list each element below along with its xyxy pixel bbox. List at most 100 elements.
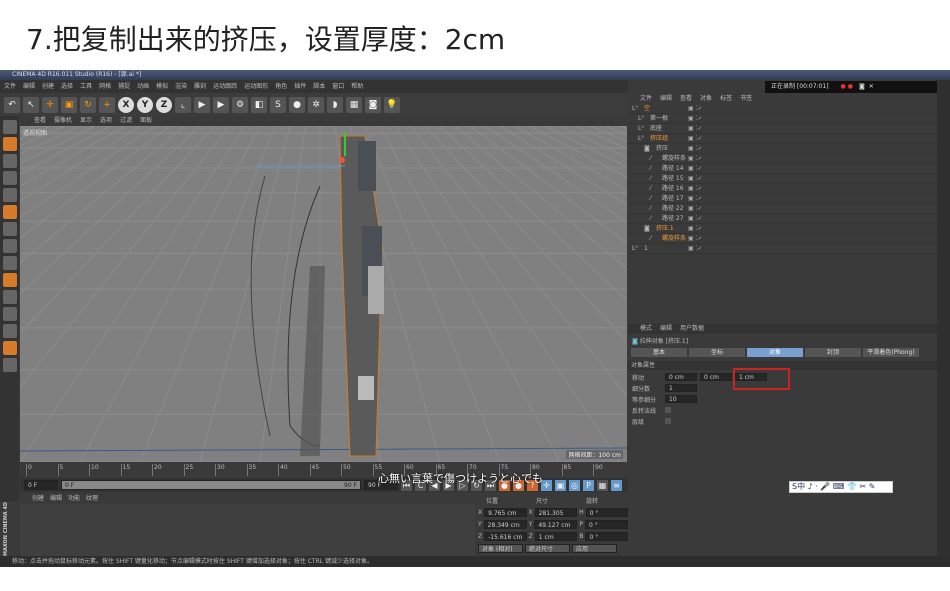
subdivision-field[interactable]: 1 <box>665 384 697 392</box>
camera-icon[interactable]: ◙ <box>859 83 865 90</box>
coord-field[interactable]: 0 ° <box>585 532 629 541</box>
visibility-toggle-icon[interactable]: ▣ ⁚✓ <box>688 234 703 243</box>
menu-item[interactable]: 运动图形 <box>244 80 268 93</box>
mode-tool-icon[interactable] <box>2 341 17 355</box>
viewport-menu-item[interactable]: 过滤 <box>120 116 132 126</box>
key-pla-icon[interactable]: ▦ <box>597 479 608 491</box>
coord-field[interactable]: 9.765 cm <box>484 508 527 517</box>
object-row[interactable]: L⁰ 第一根 ▣ ⁚✓ <box>628 114 937 124</box>
visibility-toggle-icon[interactable]: ▣ ⁚✓ <box>688 124 703 133</box>
object-row[interactable]: ⁄ 路径 15 ▣ ⁚✓ <box>628 174 937 184</box>
menu-item[interactable]: 雕刻 <box>194 80 206 93</box>
object-menu-item[interactable]: 查看 <box>680 94 692 104</box>
floor-icon[interactable]: ▦ <box>346 96 362 113</box>
object-menu-item[interactable]: 标签 <box>720 94 732 104</box>
menu-item[interactable]: 模拟 <box>156 80 168 93</box>
mode-tool-icon[interactable] <box>2 171 17 185</box>
object-menu-item[interactable]: 书签 <box>740 94 752 104</box>
coord-icon[interactable]: ⌞ <box>175 96 191 113</box>
material-menu-item[interactable]: 功能 <box>68 494 80 504</box>
mode-tool-icon[interactable] <box>2 188 17 202</box>
viewport-menu-item[interactable]: 显示 <box>80 116 92 126</box>
cube-icon[interactable]: ◧ <box>251 96 267 113</box>
apply-button[interactable]: 应用 <box>572 544 617 553</box>
close-icon[interactable]: ✕ <box>869 83 874 90</box>
menu-item[interactable]: 文件 <box>4 80 16 93</box>
camera-icon[interactable]: ◙ <box>365 96 381 113</box>
nurbs-icon[interactable]: ● <box>289 96 305 113</box>
visibility-toggle-icon[interactable]: ▣ ⁚✓ <box>688 174 703 183</box>
spline-icon[interactable]: S <box>270 96 286 113</box>
coord-field[interactable]: 0 ° <box>585 520 629 529</box>
menu-item[interactable]: 帮助 <box>351 80 363 93</box>
undo-icon[interactable]: ↶ <box>4 96 20 113</box>
menu-item[interactable]: 角色 <box>275 80 287 93</box>
light-icon[interactable]: 💡 <box>384 96 400 113</box>
rotate-icon[interactable]: ↻ <box>80 96 96 113</box>
mode-tool-icon[interactable] <box>2 358 17 372</box>
object-row[interactable]: ◙ 挤压.1 ▣ ⁚✓ <box>628 224 937 234</box>
flip-normals-checkbox[interactable] <box>665 407 671 413</box>
menu-item[interactable]: 网格 <box>99 80 111 93</box>
visibility-toggle-icon[interactable]: ▣ ⁚✓ <box>688 154 703 163</box>
material-menu-item[interactable]: 编辑 <box>50 494 62 504</box>
move-y-field[interactable]: 0 cm <box>700 373 732 381</box>
menu-item[interactable]: 捕捉 <box>118 80 130 93</box>
x-axis-icon[interactable]: X <box>118 96 134 113</box>
visibility-toggle-icon[interactable]: ▣ ⁚✓ <box>688 244 703 253</box>
visibility-toggle-icon[interactable]: ▣ ⁚✓ <box>688 134 703 143</box>
material-manager[interactable] <box>20 504 475 556</box>
object-menu-item[interactable]: 文件 <box>640 94 652 104</box>
key-param-icon[interactable]: P <box>583 479 594 491</box>
mode-tool-icon[interactable] <box>2 137 17 151</box>
scale-icon[interactable]: ▣ <box>61 96 77 113</box>
ime-toolbar[interactable]: S中 ♪ · 🎤 ⌨ 👕 ✂ ✎ <box>789 481 893 493</box>
visibility-toggle-icon[interactable]: ▣ ⁚✓ <box>688 184 703 193</box>
timeline-icon[interactable]: ≡ <box>611 479 622 491</box>
mode-tool-icon[interactable] <box>2 256 17 270</box>
viewport-menu-item[interactable]: 查看 <box>34 116 46 126</box>
mode-tool-icon[interactable] <box>2 205 17 219</box>
current-frame-field[interactable]: 0 F <box>24 480 58 490</box>
object-row[interactable]: ⁄ 路径 16 ▣ ⁚✓ <box>628 184 937 194</box>
visibility-toggle-icon[interactable]: ▣ ⁚✓ <box>688 114 703 123</box>
visibility-toggle-icon[interactable]: ▣ ⁚✓ <box>688 204 703 213</box>
object-row[interactable]: L⁰ 底座 ▣ ⁚✓ <box>628 124 937 134</box>
object-menu-item[interactable]: 对象 <box>700 94 712 104</box>
menu-item[interactable]: 插件 <box>294 80 306 93</box>
coord-mode-select[interactable]: 对象 (相对) <box>478 544 523 553</box>
coord-field[interactable]: 0 ° <box>585 508 628 517</box>
object-row[interactable]: ⁄ 路径 14 ▣ ⁚✓ <box>628 164 937 174</box>
object-row[interactable]: ⁄ 螺旋样条 ▣ ⁚✓ <box>628 234 937 244</box>
coord-field[interactable]: 28.349 cm <box>483 520 527 529</box>
object-row[interactable]: L⁰ 空 ▣ ⁚✓ <box>628 104 937 114</box>
visibility-toggle-icon[interactable]: ▣ ⁚✓ <box>688 104 703 113</box>
viewport-menu-item[interactable]: 摄像机 <box>54 116 72 126</box>
attribute-menu-item[interactable]: 模式 <box>640 324 652 334</box>
viewport[interactable]: 透视视图 网格间距：100 cm <box>20 126 627 462</box>
render-view-icon[interactable]: ▶ <box>213 96 229 113</box>
material-menu-item[interactable]: 纹理 <box>86 494 98 504</box>
render-icon[interactable]: ▶ <box>194 96 210 113</box>
coord-field[interactable]: -15.616 cm <box>484 532 527 541</box>
object-row[interactable]: ◙ 挤压 ▣ ⁚✓ <box>628 144 937 154</box>
visibility-toggle-icon[interactable]: ▣ ⁚✓ <box>688 224 703 233</box>
hierarchical-checkbox[interactable] <box>665 418 671 424</box>
range-slider[interactable]: 0 F 90 F <box>61 480 361 490</box>
menu-item[interactable]: 选择 <box>61 80 73 93</box>
tab-0[interactable]: 基本 <box>631 348 687 357</box>
object-row[interactable]: ⁄ 路径 27 ▣ ⁚✓ <box>628 214 937 224</box>
mode-tool-icon[interactable] <box>2 307 17 321</box>
object-row[interactable]: ⁄ 路径 17 ▣ ⁚✓ <box>628 194 937 204</box>
menu-item[interactable]: 工具 <box>80 80 92 93</box>
add-icon[interactable]: + <box>99 96 115 113</box>
object-menu-item[interactable]: 编辑 <box>660 94 672 104</box>
tab-4[interactable]: 平滑着色(Phong) <box>863 348 919 357</box>
move-x-field[interactable]: 0 cm <box>665 373 697 381</box>
coord-field[interactable]: 281.305 cm <box>534 508 578 526</box>
mode-tool-icon[interactable] <box>2 120 17 134</box>
tab-3[interactable]: 封顶 <box>805 348 861 357</box>
menu-item[interactable]: 编辑 <box>23 80 35 93</box>
viewport-menu-item[interactable]: 选项 <box>100 116 112 126</box>
mode-tool-icon[interactable] <box>2 154 17 168</box>
